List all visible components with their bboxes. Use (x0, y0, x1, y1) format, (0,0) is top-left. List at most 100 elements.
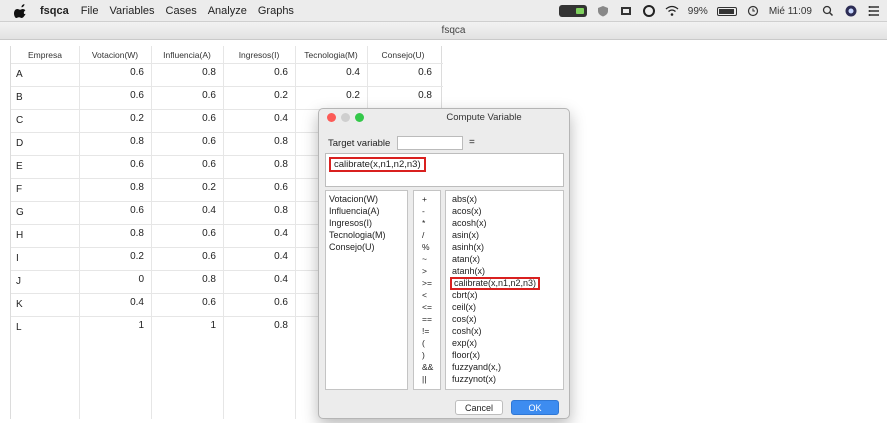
circle-status-icon[interactable] (642, 5, 656, 17)
operator-list[interactable]: + - * / % ~ > >= < <= == != ( ) && || (413, 190, 441, 390)
column-header-consejo[interactable]: Consejo(U) (369, 50, 437, 60)
function-item[interactable]: acos(x) (452, 206, 482, 216)
function-item[interactable]: acosh(x) (452, 218, 487, 228)
table-cell[interactable]: 0.6 (186, 228, 216, 239)
clock[interactable]: Mié 11:09 (769, 6, 812, 17)
table-cell[interactable]: 0.8 (258, 205, 288, 216)
function-item[interactable]: atanh(x) (452, 266, 485, 276)
function-item[interactable]: exp(x) (452, 338, 477, 348)
function-item[interactable]: cbrt(x) (452, 290, 478, 300)
table-cell[interactable]: 0.6 (186, 90, 216, 101)
column-header-votacion[interactable]: Votacion(W) (81, 50, 149, 60)
table-cell[interactable]: 0.4 (258, 274, 288, 285)
operator-item[interactable]: || (422, 374, 426, 384)
expression-text[interactable]: calibrate(x,n1,n2,n3) (329, 157, 426, 172)
column-header-tecnologia[interactable]: Tecnologia(M) (297, 50, 365, 60)
function-item[interactable]: ceil(x) (452, 302, 476, 312)
apple-menu-icon[interactable] (14, 3, 28, 18)
variable-item[interactable]: Influencia(A) (329, 206, 380, 216)
table-row[interactable]: B 0.6 0.6 0.2 0.2 0.8 (11, 86, 443, 109)
ok-button[interactable]: OK (511, 400, 559, 415)
siri-icon[interactable] (844, 5, 858, 17)
table-cell[interactable]: 0.8 (186, 274, 216, 285)
table-cell[interactable]: 0.6 (114, 159, 144, 170)
function-item[interactable]: atan(x) (452, 254, 480, 264)
menu-graphs[interactable]: Graphs (258, 5, 294, 17)
table-cell[interactable]: 0.4 (186, 205, 216, 216)
table-cell[interactable]: 0.4 (330, 67, 360, 78)
table-cell[interactable]: 0.8 (186, 67, 216, 78)
table-cell[interactable]: 0.2 (114, 251, 144, 262)
table-cell[interactable]: 0.8 (258, 159, 288, 170)
table-cell[interactable]: 0.6 (114, 67, 144, 78)
operator-item[interactable]: ) (422, 350, 425, 360)
table-cell[interactable]: 0.2 (258, 90, 288, 101)
function-list[interactable]: abs(x) acos(x) acosh(x) asin(x) asinh(x)… (445, 190, 564, 390)
table-cell[interactable]: 0.8 (114, 182, 144, 193)
table-cell[interactable]: 0.8 (258, 136, 288, 147)
table-cell[interactable]: 0.6 (258, 67, 288, 78)
shield-icon[interactable] (596, 5, 610, 17)
function-item[interactable]: cosh(x) (452, 326, 482, 336)
table-cell[interactable]: 0.6 (186, 251, 216, 262)
variable-list[interactable]: Votacion(W) Influencia(A) Ingresos(I) Te… (325, 190, 408, 390)
table-cell[interactable]: 0.6 (258, 182, 288, 193)
operator-item[interactable]: % (422, 242, 430, 252)
app-status-icon[interactable] (558, 5, 587, 17)
operator-item[interactable]: ~ (422, 254, 427, 264)
operator-item[interactable]: ( (422, 338, 425, 348)
function-item[interactable]: asinh(x) (452, 242, 484, 252)
table-cell[interactable]: 0 (114, 274, 144, 285)
table-cell[interactable]: 0.2 (114, 113, 144, 124)
table-cell[interactable]: 0.6 (186, 297, 216, 308)
operator-item[interactable]: == (422, 314, 432, 324)
menu-analyze[interactable]: Analyze (208, 5, 247, 17)
table-cell[interactable]: 0.8 (402, 90, 432, 101)
operator-item[interactable]: > (422, 266, 427, 276)
operator-item[interactable]: < (422, 290, 427, 300)
operator-item[interactable]: * (422, 218, 425, 228)
cancel-button[interactable]: Cancel (455, 400, 503, 415)
menu-variables[interactable]: Variables (109, 5, 154, 17)
table-cell[interactable]: 0.6 (258, 297, 288, 308)
operator-item[interactable]: / (422, 230, 424, 240)
expression-editor[interactable]: calibrate(x,n1,n2,n3) (325, 153, 564, 187)
menu-cases[interactable]: Cases (166, 5, 197, 17)
table-row[interactable]: A 0.6 0.8 0.6 0.4 0.6 (11, 63, 443, 86)
table-cell[interactable]: 0.2 (186, 182, 216, 193)
variable-item[interactable]: Tecnologia(M) (329, 230, 386, 240)
variable-item[interactable]: Ingresos(I) (329, 218, 372, 228)
function-item-calibrate[interactable]: calibrate(x,n1,n2,n3) (450, 277, 541, 290)
table-cell[interactable]: 0.6 (114, 90, 144, 101)
battery-icon[interactable] (716, 6, 737, 16)
table-cell[interactable]: 0.6 (402, 67, 432, 78)
column-header-ingresos[interactable]: Ingresos(I) (225, 50, 293, 60)
variable-item[interactable]: Consejo(U) (329, 242, 375, 252)
operator-item[interactable]: + (422, 194, 427, 204)
function-item[interactable]: fuzzynot(x) (452, 374, 496, 384)
function-item[interactable]: fuzzyand(x,) (452, 362, 501, 372)
notification-center-icon[interactable] (867, 5, 881, 17)
operator-item[interactable]: && (422, 362, 433, 372)
operator-item[interactable]: >= (422, 278, 432, 288)
column-header-influencia[interactable]: Influencia(A) (153, 50, 221, 60)
table-cell[interactable]: 0.8 (258, 320, 288, 331)
table-cell[interactable]: 0.6 (186, 113, 216, 124)
wifi-icon[interactable] (665, 5, 679, 17)
function-item[interactable]: cos(x) (452, 314, 477, 324)
operator-item[interactable]: - (422, 206, 425, 216)
menu-file[interactable]: File (81, 5, 99, 17)
app-menu[interactable]: fsqca (40, 5, 69, 17)
target-variable-input[interactable] (397, 136, 463, 150)
search-icon[interactable] (821, 5, 835, 17)
table-cell[interactable]: 1 (114, 320, 144, 331)
table-cell[interactable]: 0.8 (114, 136, 144, 147)
function-item[interactable]: asin(x) (452, 230, 479, 240)
table-cell[interactable]: 0.4 (258, 251, 288, 262)
function-item[interactable]: floor(x) (452, 350, 480, 360)
variable-item[interactable]: Votacion(W) (329, 194, 378, 204)
operator-item[interactable]: <= (422, 302, 432, 312)
table-cell[interactable]: 1 (186, 320, 216, 331)
table-cell[interactable]: 0.2 (330, 90, 360, 101)
table-cell[interactable]: 0.6 (186, 159, 216, 170)
